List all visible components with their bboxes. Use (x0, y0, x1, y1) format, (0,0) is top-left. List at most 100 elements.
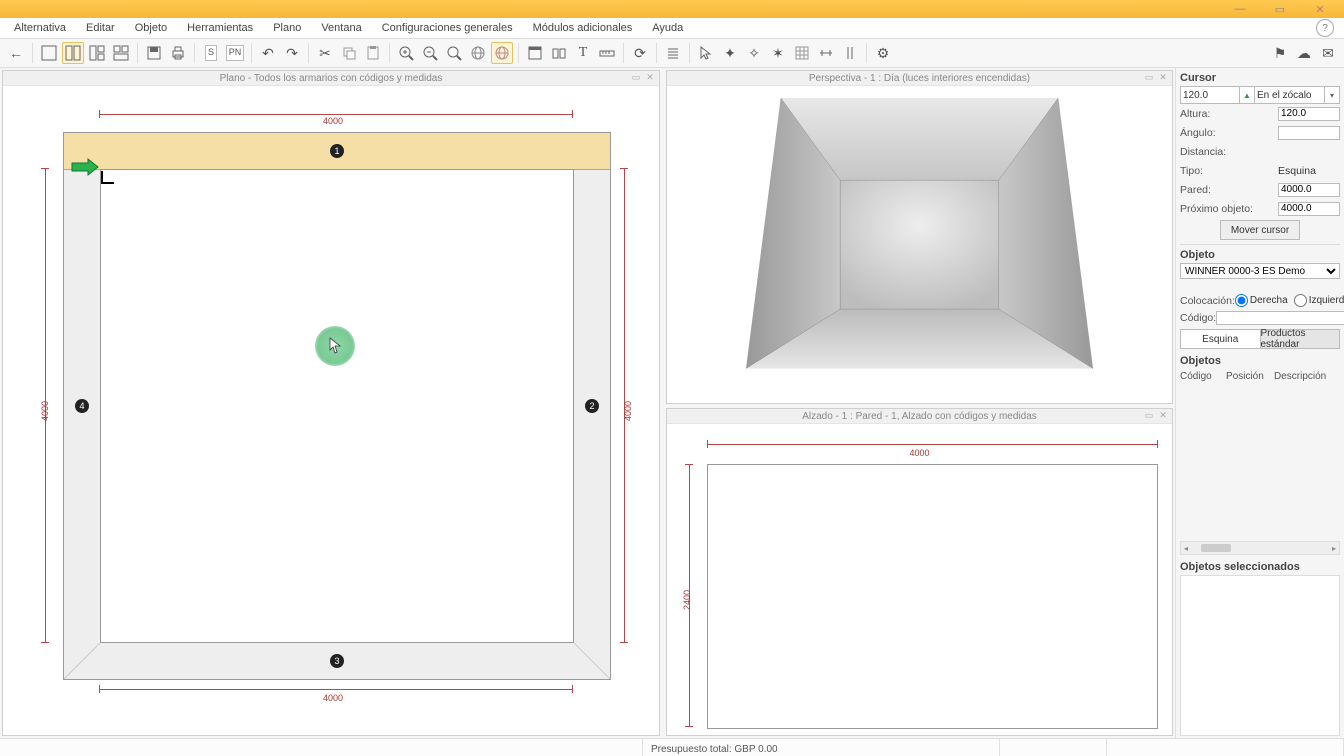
menu-herramientas[interactable]: Herramientas (177, 18, 263, 38)
menu-plano[interactable]: Plano (263, 18, 311, 38)
cursor-up-icon[interactable]: ▲ (1240, 86, 1255, 104)
perspective-canvas[interactable] (667, 86, 1172, 403)
mail-icon[interactable]: ✉ (1317, 42, 1339, 64)
cursor-angle-label: Ángulo: (1180, 127, 1278, 139)
flag-icon[interactable]: ⚑ (1269, 42, 1291, 64)
refresh-icon[interactable]: ⟳ (629, 42, 651, 64)
back-button[interactable]: ← (5, 42, 27, 64)
settings-icon[interactable]: ⚙ (872, 42, 894, 64)
s-button[interactable]: S (200, 42, 222, 64)
plan-wall-4: 4 (75, 399, 89, 413)
elevation-frame: Alzado - 1 : Pared - 1, Alzado con códig… (666, 408, 1173, 736)
cursor-position-mode[interactable]: En el zócalo (1255, 86, 1325, 104)
status-left (0, 739, 643, 756)
copy-icon[interactable] (338, 42, 360, 64)
cursor-height-input[interactable] (1278, 107, 1340, 121)
menu-modulos[interactable]: Módulos adicionales (523, 18, 643, 38)
scroll-thumb[interactable] (1201, 544, 1231, 552)
window-close-button[interactable]: ✕ (1300, 0, 1340, 18)
undo-icon[interactable]: ↶ (257, 42, 279, 64)
grid-icon[interactable] (791, 42, 813, 64)
cloud-icon[interactable]: ☁ (1293, 42, 1315, 64)
catalog-select[interactable]: WINNER 0000-3 ES Demo (1180, 263, 1340, 279)
menu-ayuda[interactable]: Ayuda (642, 18, 693, 38)
objects-col-code: Código (1180, 371, 1226, 382)
plan-title-text: Plano - Todos los armarios con códigos y… (220, 73, 443, 84)
placement-left-radio[interactable]: Izquierda (1294, 294, 1344, 307)
layout-3-icon[interactable] (86, 42, 108, 64)
layout-4-icon[interactable] (110, 42, 132, 64)
status-extra-2 (1107, 739, 1344, 756)
elevation-canvas[interactable]: 4000 2400 (667, 424, 1172, 735)
layout-2-icon[interactable] (62, 42, 84, 64)
menu-editar[interactable]: Editar (76, 18, 125, 38)
cursor-wall-input[interactable] (1278, 183, 1340, 197)
zoom-fit-icon[interactable] (443, 42, 465, 64)
cursor-dropdown-icon[interactable]: ▾ (1325, 86, 1340, 104)
cut-icon[interactable]: ✂ (314, 42, 336, 64)
selected-objects-list[interactable] (1180, 575, 1340, 736)
globe-icon[interactable] (467, 42, 489, 64)
tab-corner[interactable]: Esquina (1180, 329, 1260, 349)
save-icon[interactable] (143, 42, 165, 64)
plan-canvas[interactable]: 4000 4000 4000 4000 (3, 86, 659, 735)
object-code-input[interactable] (1216, 311, 1344, 325)
globe-active-icon[interactable] (491, 42, 513, 64)
elevation-title: Alzado - 1 : Pared - 1, Alzado con códig… (667, 409, 1172, 424)
window-maximize-button[interactable]: ▭ (1260, 0, 1300, 18)
objects-list-title: Objetos (1180, 355, 1340, 367)
move-cursor-button[interactable]: Mover cursor (1220, 220, 1300, 240)
plan-frame-max-icon[interactable]: ▭ (629, 71, 643, 84)
print-icon[interactable] (167, 42, 189, 64)
placement-right-radio[interactable]: Derecha (1235, 294, 1288, 307)
snap-2-icon[interactable]: ✧ (743, 42, 765, 64)
help-icon[interactable]: ? (1316, 19, 1334, 37)
plan-dim-bottom: 4000 (323, 693, 343, 703)
guide-h-icon[interactable] (815, 42, 837, 64)
tab-standard[interactable]: Productos estándar (1260, 329, 1341, 349)
mouse-click-indicator (315, 326, 355, 366)
snap-1-icon[interactable]: ✦ (719, 42, 741, 64)
cursor-position-field[interactable]: 120.0 ▲ En el zócalo ▾ (1180, 86, 1340, 104)
guide-v-icon[interactable] (839, 42, 861, 64)
plan-frame-close-icon[interactable]: ✕ (643, 71, 657, 84)
redo-icon[interactable]: ↷ (281, 42, 303, 64)
window-titlebar: — ▭ ✕ (0, 0, 1344, 18)
elevation-wall (707, 464, 1158, 729)
measure-icon[interactable] (596, 42, 618, 64)
menu-alternativa[interactable]: Alternativa (4, 18, 76, 38)
persp-frame-close-icon[interactable]: ✕ (1156, 71, 1170, 84)
zoom-out-icon[interactable] (419, 42, 441, 64)
panel-icon[interactable] (524, 42, 546, 64)
menu-ventana[interactable]: Ventana (311, 18, 371, 38)
cursor-type-value: Esquina (1276, 165, 1340, 177)
persp-frame-max-icon[interactable]: ▭ (1142, 71, 1156, 84)
menu-objeto[interactable]: Objeto (125, 18, 177, 38)
zoom-in-icon[interactable] (395, 42, 417, 64)
scroll-left-icon[interactable]: ◂ (1181, 544, 1191, 553)
paste-icon[interactable] (362, 42, 384, 64)
cursor-position-value[interactable]: 120.0 (1180, 86, 1240, 104)
snap-3-icon[interactable]: ✶ (767, 42, 789, 64)
ab-icon[interactable] (548, 42, 570, 64)
views-area: Plano - Todos los armarios con códigos y… (0, 68, 1175, 738)
object-section-title: Objeto (1180, 249, 1340, 261)
cursor-angle-input[interactable] (1278, 126, 1340, 140)
objects-scrollbar[interactable]: ◂ ▸ (1180, 541, 1340, 555)
menu-config[interactable]: Configuraciones generales (372, 18, 523, 38)
elev-frame-close-icon[interactable]: ✕ (1156, 409, 1170, 422)
layout-1-icon[interactable] (38, 42, 60, 64)
text-icon[interactable]: T (572, 42, 594, 64)
list-icon[interactable] (662, 42, 684, 64)
cursor-next-input[interactable] (1278, 202, 1340, 216)
menubar: Alternativa Editar Objeto Herramientas P… (0, 18, 1344, 39)
statusbar: Presupuesto total: GBP 0.00 (0, 738, 1344, 756)
elev-frame-max-icon[interactable]: ▭ (1142, 409, 1156, 422)
pn-button[interactable]: PN (224, 42, 246, 64)
objects-list[interactable] (1180, 382, 1340, 541)
scroll-right-icon[interactable]: ▸ (1329, 544, 1339, 553)
pointer-icon[interactable] (695, 42, 717, 64)
side-panel: Cursor 120.0 ▲ En el zócalo ▾ Altura: Án… (1175, 68, 1344, 738)
window-minimize-button[interactable]: — (1220, 0, 1260, 18)
cursor-next-label: Próximo objeto: (1180, 203, 1278, 215)
